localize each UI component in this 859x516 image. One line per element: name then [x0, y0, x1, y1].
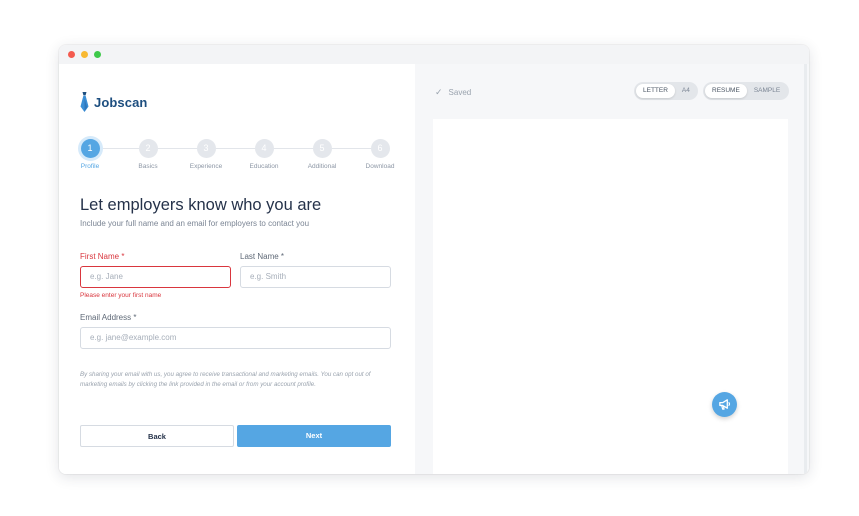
last-name-input[interactable]: e.g. Smith — [240, 266, 391, 288]
preview-panel: ✓ Saved LETTER A4 RESUME SAMPLE — [415, 64, 809, 474]
next-button[interactable]: Next — [237, 425, 391, 447]
save-status-text: Saved — [448, 88, 472, 97]
step-additional[interactable]: 5 Additional — [292, 139, 352, 170]
form-panel: Jobscan 1 Profile 2 Basics 3 Experience 4 Educa… — [59, 64, 415, 474]
feedback-button[interactable] — [712, 392, 737, 417]
step-profile[interactable]: 1 Profile — [60, 139, 120, 170]
resume-preview-sheet — [433, 119, 788, 474]
close-window-button[interactable] — [68, 51, 75, 58]
first-name-label: First Name * — [80, 252, 125, 261]
preview-scrollbar[interactable] — [804, 64, 807, 474]
step-number: 6 — [370, 139, 390, 158]
step-number: 4 — [254, 139, 274, 158]
paper-option-a4[interactable]: A4 — [675, 84, 697, 98]
step-label: Education — [249, 163, 279, 170]
step-label: Experience — [189, 163, 223, 170]
step-download[interactable]: 6 Download — [350, 139, 410, 170]
email-disclaimer: By sharing your email with us, you agree… — [80, 371, 371, 388]
step-label: Basics — [138, 163, 158, 170]
minimize-window-button[interactable] — [81, 51, 88, 58]
step-label: Additional — [307, 163, 337, 170]
page-title: Let employers know who you are — [80, 196, 322, 214]
step-number: 5 — [312, 139, 332, 158]
step-number: 3 — [196, 139, 216, 158]
maximize-window-button[interactable] — [94, 51, 101, 58]
app-window: Jobscan 1 Profile 2 Basics 3 Experience 4 Educa… — [59, 45, 809, 474]
last-name-label: Last Name * — [240, 252, 285, 261]
paper-option-letter[interactable]: LETTER — [636, 84, 675, 98]
email-label: Email Address * — [80, 313, 137, 322]
brand-logo[interactable]: Jobscan — [80, 91, 147, 113]
step-number: 2 — [138, 139, 158, 158]
megaphone-icon — [719, 399, 731, 410]
save-status: ✓ Saved — [435, 87, 471, 98]
window-titlebar — [59, 45, 809, 64]
first-name-input[interactable]: e.g. Jane — [80, 266, 231, 288]
check-icon: ✓ — [435, 87, 443, 97]
brand-name: Jobscan — [94, 94, 148, 110]
step-number: 1 — [80, 139, 100, 158]
email-input[interactable]: e.g. jane@example.com — [80, 327, 391, 349]
back-button[interactable]: Back — [80, 425, 234, 447]
mode-option-sample[interactable]: SAMPLE — [747, 84, 787, 98]
preview-mode-toggle[interactable]: RESUME SAMPLE — [703, 82, 789, 100]
step-experience[interactable]: 3 Experience — [176, 139, 236, 170]
step-label: Profile — [80, 163, 100, 170]
tie-icon — [80, 92, 89, 112]
first-name-error: Please enter your first name — [80, 292, 162, 299]
step-education[interactable]: 4 Education — [234, 139, 294, 170]
mode-option-resume[interactable]: RESUME — [705, 84, 747, 98]
page-subtitle: Include your full name and an email for … — [80, 219, 310, 228]
paper-size-toggle[interactable]: LETTER A4 — [634, 82, 698, 100]
step-basics[interactable]: 2 Basics — [118, 139, 178, 170]
step-label: Download — [365, 163, 395, 170]
